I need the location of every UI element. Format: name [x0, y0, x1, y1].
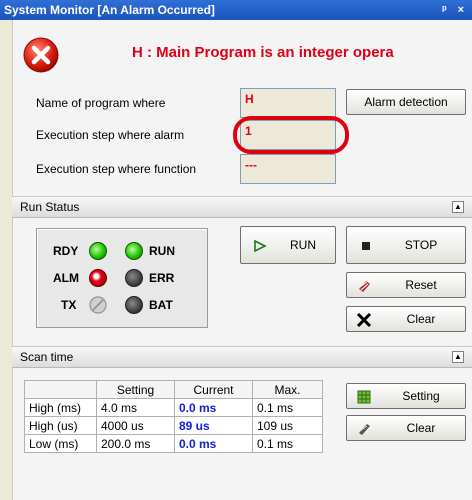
run-status-title: Run Status: [20, 200, 80, 214]
reset-button[interactable]: Reset: [346, 272, 466, 298]
scan-max-cell: 0.1 ms: [252, 398, 323, 417]
scan-current-cell: 0.0 ms: [174, 398, 253, 417]
reset-button-label: Reset: [405, 278, 437, 292]
led-run-icon: [125, 242, 143, 260]
window-titlebar: System Monitor [An Alarm Occurred] ᵖ ×: [0, 0, 472, 20]
run-button-label: RUN: [290, 238, 316, 252]
led-label-tx: TX: [61, 298, 77, 312]
alarm-detection-button[interactable]: Alarm detection: [346, 89, 466, 115]
scan-time-title: Scan time: [20, 350, 74, 364]
led-alm-icon: [89, 269, 107, 287]
scan-row-label: Low (ms): [24, 434, 97, 453]
scan-setting-cell: 4000 us: [96, 416, 175, 435]
scan-table-header-row: Setting Current Max.: [24, 380, 323, 399]
clear-eraser-icon: [359, 424, 370, 435]
scan-setting-button[interactable]: Setting: [346, 383, 466, 409]
program-name-field: H: [240, 88, 336, 118]
scan-header-empty: [24, 380, 97, 399]
scan-setting-cell: 200.0 ms: [96, 434, 175, 453]
led-status-panel: RDY RUN ALM ERR TX BAT: [36, 228, 208, 328]
program-name-label: Name of program where: [36, 96, 166, 110]
scan-header-setting: Setting: [96, 380, 175, 399]
led-label-err: ERR: [149, 271, 175, 285]
clear-status-button[interactable]: Clear: [346, 306, 466, 332]
led-err-icon: [125, 269, 143, 287]
play-icon: [254, 239, 267, 253]
clear-x-icon: [357, 313, 371, 327]
led-tx-disabled-icon: [89, 296, 107, 314]
function-step-label: Execution step where function: [36, 162, 197, 176]
alarm-step-label: Execution step where alarm: [36, 128, 185, 142]
table-row: High (us) 4000 us 89 us 109 us: [24, 416, 323, 435]
scan-clear-button[interactable]: Clear: [346, 415, 466, 441]
led-bat-icon: [125, 296, 143, 314]
alarm-message: H : Main Program is an integer opera: [132, 44, 394, 61]
scan-clear-button-label: Clear: [406, 421, 436, 435]
alarm-highlight-ring: [233, 116, 349, 154]
scan-setting-button-label: Setting: [402, 389, 440, 403]
window-title: System Monitor [An Alarm Occurred]: [4, 3, 215, 17]
stop-button-label: STOP: [404, 238, 438, 252]
collapse-run-status-icon[interactable]: ▲: [452, 201, 464, 213]
stop-button[interactable]: STOP: [346, 226, 466, 264]
scan-row-label: High (us): [24, 416, 97, 435]
alarm-detection-label: Alarm detection: [364, 95, 448, 109]
led-label-bat: BAT: [149, 298, 173, 312]
led-rdy-icon: [89, 242, 107, 260]
led-label-rdy: RDY: [53, 244, 79, 258]
stop-icon: [362, 242, 370, 250]
scan-max-cell: 0.1 ms: [252, 434, 323, 453]
table-row: High (ms) 4.0 ms 0.0 ms 0.1 ms: [24, 398, 323, 417]
scan-time-header: Scan time ▲: [12, 346, 472, 368]
scan-row-label: High (ms): [24, 398, 97, 417]
scan-current-cell: 89 us: [174, 416, 253, 435]
table-row: Low (ms) 200.0 ms 0.0 ms 0.1 ms: [24, 434, 323, 453]
window-controls[interactable]: ᵖ ×: [442, 0, 468, 20]
function-step-field: ---: [240, 154, 336, 184]
scan-max-cell: 109 us: [252, 416, 323, 435]
scan-setting-cell: 4.0 ms: [96, 398, 175, 417]
led-label-alm: ALM: [53, 271, 79, 285]
error-icon: [23, 37, 59, 73]
setting-grid-icon: [357, 390, 371, 404]
collapse-scan-time-icon[interactable]: ▲: [452, 351, 464, 363]
led-label-run: RUN: [149, 244, 175, 258]
scan-header-max: Max.: [252, 380, 323, 399]
scan-time-table: Setting Current Max. High (ms) 4.0 ms 0.…: [24, 380, 323, 453]
run-button[interactable]: RUN: [240, 226, 336, 264]
scan-header-current: Current: [174, 380, 253, 399]
reset-eraser-icon: [359, 281, 370, 292]
scan-current-cell: 0.0 ms: [174, 434, 253, 453]
clear-status-button-label: Clear: [406, 312, 436, 326]
run-status-header: Run Status ▲: [12, 196, 472, 218]
